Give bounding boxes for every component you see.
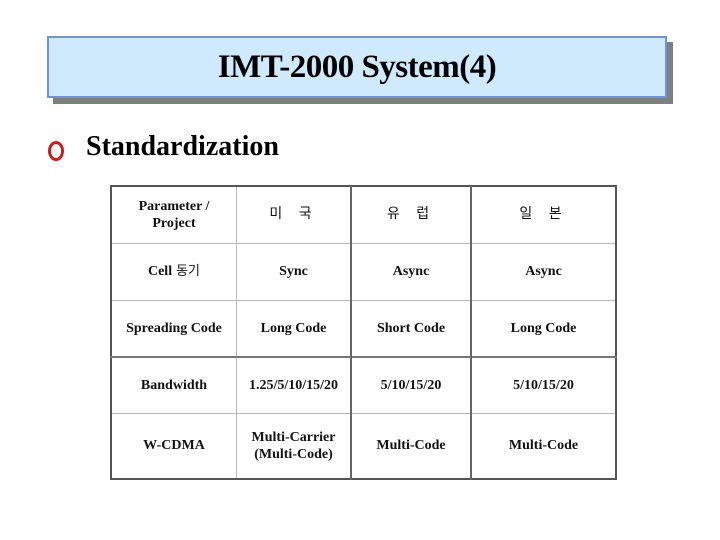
red-ring-bullet-icon — [48, 141, 64, 161]
cell-usa: Long Code — [236, 299, 352, 358]
cell-usa: Multi-Carrier (Multi-Code) — [236, 412, 352, 480]
cell-param: W-CDMA — [110, 412, 237, 480]
cell-europe: Async — [350, 242, 472, 301]
header-parameter-line1: Parameter / — [138, 198, 210, 214]
cell-usa: Sync — [236, 242, 352, 301]
standardization-table: Parameter / Project 미 국 유 럽 일 본 Cell 동기 S… — [110, 185, 617, 480]
cell-param: Spreading Code — [110, 299, 237, 358]
header-parameter-line2: Project — [152, 215, 196, 231]
cell-usa: 1.25/5/10/15/20 — [236, 356, 352, 414]
cell-europe: 5/10/15/20 — [350, 356, 472, 414]
section-heading: Standardization — [86, 131, 279, 162]
cell-japan: Multi-Code — [470, 412, 617, 480]
table-row: Cell 동기 Sync Async Async — [110, 242, 617, 301]
param-label: Cell — [147, 264, 173, 279]
slide-title: IMT-2000 System(4) — [217, 48, 497, 85]
cell-japan: 5/10/15/20 — [470, 356, 617, 414]
cell-japan: Long Code — [470, 299, 617, 358]
param-label-kr: 동기 — [176, 264, 201, 279]
table-row: Spreading Code Long Code Short Code Long… — [110, 299, 617, 358]
title-box: IMT-2000 System(4) — [47, 36, 667, 98]
header-europe: 유 럽 — [350, 185, 472, 244]
table-row: W-CDMA Multi-Carrier (Multi-Code) Multi-… — [110, 412, 617, 480]
cell-japan: Async — [470, 242, 617, 301]
header-usa: 미 국 — [236, 185, 352, 244]
table-header-row: Parameter / Project 미 국 유 럽 일 본 — [110, 185, 617, 244]
cell-europe: Multi-Code — [350, 412, 472, 480]
header-japan: 일 본 — [470, 185, 617, 244]
cell-param: Cell 동기 — [110, 242, 237, 301]
table-row: Bandwidth 1.25/5/10/15/20 5/10/15/20 5/1… — [110, 356, 617, 414]
cell-europe: Short Code — [350, 299, 472, 358]
cell-param: Bandwidth — [110, 356, 237, 414]
cell-usa-line2: (Multi-Code) — [254, 446, 333, 462]
header-parameter: Parameter / Project — [110, 185, 237, 244]
cell-usa-line1: Multi-Carrier — [251, 429, 336, 445]
